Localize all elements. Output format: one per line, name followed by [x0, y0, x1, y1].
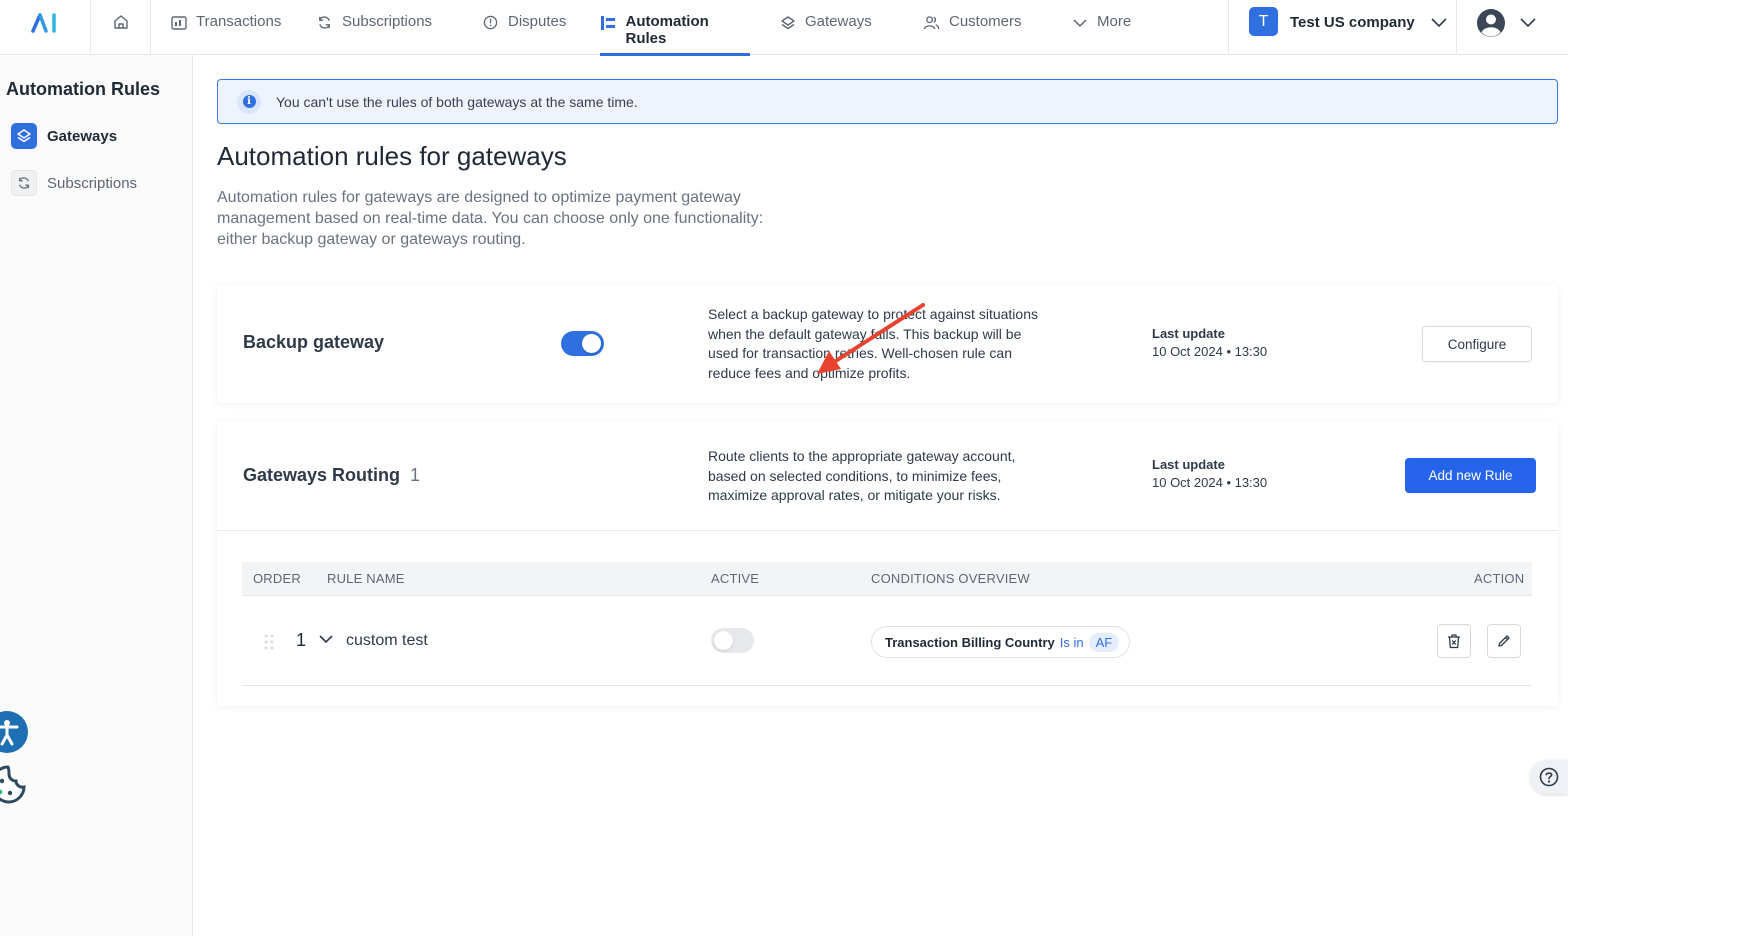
last-update-value: 10 Oct 2024 • 13:30	[1152, 344, 1268, 359]
divider	[217, 530, 1558, 531]
automation-icon	[600, 14, 616, 31]
column-action: ACTION	[1474, 571, 1525, 586]
page-description: Automation rules for gateways are design…	[217, 189, 764, 248]
sidebar: Automation Rules Gateways Subscriptions	[0, 55, 193, 936]
tab-more[interactable]: More	[1071, 0, 1131, 55]
pencil-icon	[1498, 635, 1510, 647]
help-button[interactable]	[1530, 760, 1568, 794]
rule-name: custom test	[346, 632, 428, 649]
drag-handle-icon[interactable]	[263, 633, 275, 656]
last-update-label: Last update	[1152, 326, 1225, 341]
avatar-icon	[1477, 9, 1505, 37]
edit-rule-button[interactable]	[1487, 624, 1521, 658]
routing-title-text: Gateways Routing	[243, 465, 401, 485]
layers-icon	[779, 14, 796, 31]
dashboard-icon	[170, 14, 187, 31]
routing-last-update: Last update 10 Oct 2024 • 13:30	[1152, 456, 1267, 492]
help-icon	[1539, 767, 1559, 787]
alert-circle-icon	[482, 14, 499, 31]
backup-gateway-toggle[interactable]	[561, 331, 604, 356]
tab-label: Subscriptions	[342, 13, 433, 30]
home-icon	[113, 15, 128, 29]
company-switcher[interactable]: T Test US company	[1228, 0, 1457, 55]
tab-label: Disputes	[508, 13, 567, 30]
chevron-down-icon	[1520, 18, 1536, 28]
gateways-routing-title: Gateways Routing 1	[243, 465, 420, 486]
toggle-knob	[714, 631, 733, 650]
refresh-icon	[316, 14, 333, 31]
sidebar-item-label: Gateways	[47, 127, 118, 145]
backup-gateway-title: Backup gateway	[243, 332, 385, 352]
chevron-down-icon	[1431, 12, 1447, 37]
chevron-down-icon[interactable]	[318, 632, 334, 651]
tab-label: Transactions	[196, 13, 282, 30]
column-conditions: CONDITIONS OVERVIEW	[871, 571, 1030, 586]
rule-active-toggle[interactable]	[711, 628, 754, 653]
chevron-down-icon	[1071, 14, 1088, 31]
accessibility-icon	[0, 720, 19, 746]
column-order: ORDER	[253, 571, 301, 586]
tab-gateways[interactable]: Gateways	[779, 0, 872, 55]
condition-operator: Is in	[1059, 634, 1084, 650]
sidebar-item-subscriptions[interactable]: Subscriptions	[11, 170, 137, 196]
logo[interactable]	[0, 0, 91, 54]
trash-icon	[1448, 634, 1460, 649]
gateways-routing-card: Gateways Routing 1 Route clients to the a…	[217, 422, 1558, 706]
blank-area	[1568, 0, 1746, 936]
company-name: Test US company	[1290, 14, 1415, 31]
tab-disputes[interactable]: Disputes	[482, 0, 566, 55]
last-update-label: Last update	[1152, 457, 1225, 472]
last-update-value: 10 Oct 2024 • 13:30	[1152, 475, 1268, 490]
tab-label: Automation Rules	[625, 13, 709, 47]
cookie-settings-button[interactable]	[0, 763, 26, 807]
toggle-knob	[582, 334, 601, 353]
tab-label: Customers	[949, 13, 1022, 30]
rule-order: 1	[296, 630, 307, 650]
refresh-icon	[11, 170, 37, 196]
brand-logo-icon	[31, 13, 56, 33]
tab-customers[interactable]: Customers	[923, 0, 1022, 55]
column-active: ACTIVE	[711, 571, 760, 586]
condition-chip: Transaction Billing Country Is in AF	[871, 626, 1131, 658]
sidebar-item-gateways[interactable]: Gateways	[11, 123, 117, 149]
backup-last-update: Last update 10 Oct 2024 • 13:30	[1152, 325, 1267, 361]
configure-button[interactable]: Configure	[1422, 326, 1532, 362]
info-alert: i You can't use the rules of both gatewa…	[217, 79, 1558, 124]
delete-rule-button[interactable]	[1437, 624, 1471, 658]
annotation-arrow-icon	[817, 303, 925, 374]
column-rule-name: RULE NAME	[327, 571, 405, 586]
tab-transactions[interactable]: Transactions	[170, 0, 281, 55]
rules-table-header: ORDER RULE NAME ACTIVE CONDITIONS OVERVI…	[242, 562, 1532, 595]
page: Transactions Subscriptions Disputes Auto…	[0, 0, 1568, 936]
layers-icon	[11, 123, 37, 149]
cookie-icon	[0, 765, 26, 804]
condition-value: AF	[1088, 632, 1120, 652]
user-menu[interactable]	[1476, 0, 1568, 55]
tab-label: Gateways	[805, 13, 872, 30]
tab-subscriptions[interactable]: Subscriptions	[316, 0, 432, 55]
top-navigation: Transactions Subscriptions Disputes Auto…	[0, 0, 1568, 56]
app-root: Transactions Subscriptions Disputes Auto…	[0, 0, 1746, 936]
routing-rule-count: 1	[410, 465, 421, 485]
table-row: 1 custom test Transaction Billing Countr…	[242, 596, 1532, 686]
info-icon: i	[237, 89, 261, 114]
page-title: Automation rules for gateways	[217, 141, 567, 171]
routing-description: Route clients to the appropriate gateway…	[708, 448, 1016, 503]
sidebar-item-label: Subscriptions	[47, 174, 138, 192]
condition-field: Transaction Billing Country	[885, 634, 1055, 650]
tab-label: More	[1097, 13, 1132, 30]
home-button[interactable]	[91, 0, 151, 54]
add-new-rule-button[interactable]: Add new Rule	[1405, 458, 1536, 493]
alert-text: You can't use the rules of both gateways…	[276, 93, 638, 110]
tab-automation-rules[interactable]: Automation Rules	[600, 0, 750, 56]
sidebar-title: Automation Rules	[6, 79, 161, 99]
users-icon	[923, 14, 940, 31]
accessibility-button[interactable]	[0, 711, 28, 753]
company-badge: T	[1249, 7, 1278, 36]
